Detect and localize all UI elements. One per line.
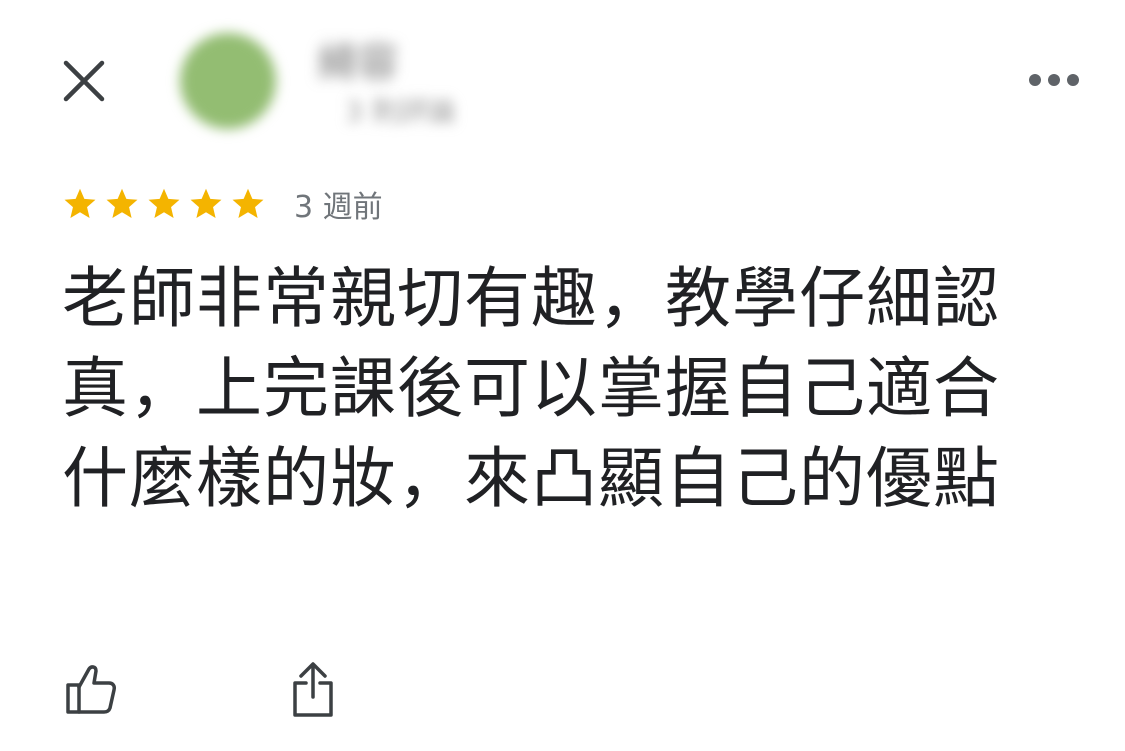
avatar — [180, 33, 276, 129]
star-icon — [106, 188, 138, 218]
close-icon — [63, 60, 105, 102]
share-icon — [293, 662, 333, 717]
more-horizontal-icon — [1029, 74, 1079, 86]
more-options-button[interactable] — [1022, 62, 1086, 98]
share-button[interactable] — [282, 658, 344, 720]
like-button[interactable] — [60, 658, 122, 720]
star-icon — [64, 188, 96, 218]
thumbs-up-icon — [66, 665, 116, 714]
star-icon — [190, 188, 222, 218]
close-button[interactable] — [55, 52, 113, 110]
star-icon — [232, 188, 264, 218]
star-rating — [62, 186, 272, 222]
reviewer-name[interactable]: 綺容 — [318, 30, 398, 88]
star-icon — [148, 188, 180, 218]
review-timestamp: 3 週前 — [294, 190, 383, 225]
reviewer-review-count: 3 則評論 — [345, 95, 456, 128]
review-text: 老師非常親切有趣，教學仔細認真，上完課後可以掌握自己適合什麼樣的妝，來凸顯自己的… — [62, 260, 1000, 517]
rating-row: 3 週前 — [62, 180, 383, 228]
review-actions — [60, 654, 344, 724]
